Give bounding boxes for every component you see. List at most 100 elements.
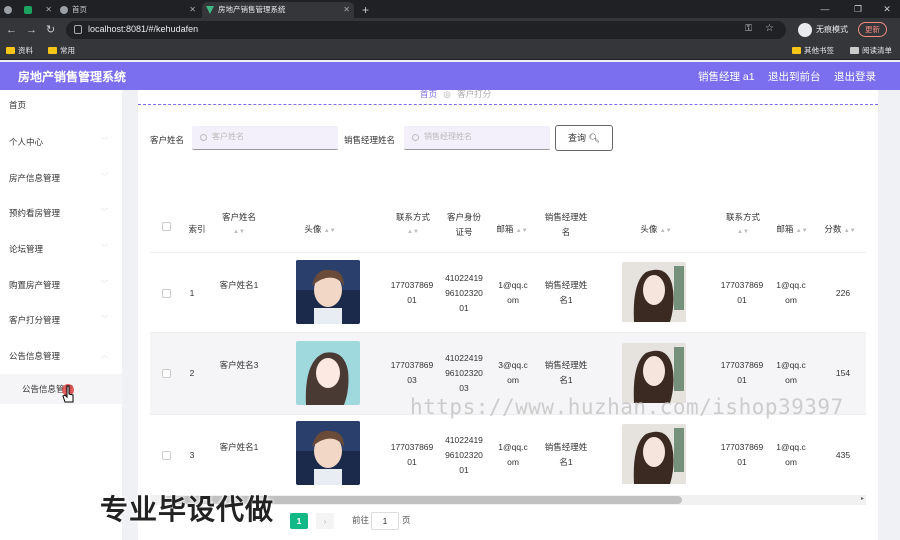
hand-cursor-icon bbox=[62, 384, 74, 403]
header-label: 销售经理姓名 bbox=[544, 212, 588, 237]
minimize-icon[interactable]: — bbox=[810, 0, 840, 18]
sort-icon[interactable]: ▲▼ bbox=[516, 228, 528, 234]
goto-page-input[interactable]: 1 bbox=[371, 512, 399, 530]
key-icon[interactable]: ⚿ bbox=[745, 23, 752, 34]
sort-icon[interactable]: ▲▼ bbox=[390, 225, 436, 240]
sort-icon[interactable]: ▲▼ bbox=[844, 228, 856, 234]
bookmark-folder[interactable]: 资料 bbox=[6, 45, 33, 57]
search-icon: 🔍︎ bbox=[588, 133, 600, 143]
search-button[interactable]: 查询 🔍︎ bbox=[555, 125, 613, 151]
page-1-button[interactable]: 1 bbox=[290, 513, 308, 529]
table-header-idcard[interactable]: 客户身份证号 bbox=[444, 200, 484, 254]
sort-icon[interactable]: ▲▼ bbox=[216, 225, 262, 240]
manager-name-label: 销售经理姓名 bbox=[344, 135, 396, 145]
table-header-select[interactable] bbox=[150, 200, 180, 254]
folder-icon bbox=[792, 47, 801, 54]
table-header-customer-name[interactable]: 客户姓名 ▲▼ bbox=[216, 200, 262, 254]
back-icon[interactable]: ← bbox=[6, 23, 17, 37]
logout-link[interactable]: 退出登录 bbox=[834, 69, 876, 84]
sort-icon[interactable]: ▲▼ bbox=[660, 228, 672, 234]
cell-manager-phone: 17703786901 bbox=[720, 280, 764, 305]
table-header-email[interactable]: 邮箱 ▲▼ bbox=[492, 200, 532, 254]
sidebar-item-property[interactable]: 房产信息管理 ﹀ bbox=[0, 163, 122, 193]
table-header-phone[interactable]: 联系方式 ▲▼ bbox=[390, 200, 436, 254]
table-row[interactable]: 1 客户姓名1 17703786901 410224199610232001 1… bbox=[150, 252, 866, 334]
table-row[interactable]: 3 客户姓名1 17703786901 410224199610232001 1… bbox=[150, 414, 866, 496]
manager-name-field[interactable] bbox=[424, 132, 524, 141]
table-header-score[interactable]: 分数 ▲▼ bbox=[820, 200, 860, 254]
maximize-icon[interactable]: ❐ bbox=[843, 0, 873, 18]
next-page-button[interactable]: › bbox=[316, 513, 334, 529]
table-header-avatar[interactable]: 头像 ▲▼ bbox=[280, 200, 360, 254]
customer-name-field[interactable] bbox=[212, 132, 312, 141]
cell-phone: 17703786901 bbox=[390, 442, 434, 467]
breadcrumb-home[interactable]: 首页 bbox=[420, 89, 437, 99]
row-checkbox[interactable] bbox=[162, 451, 171, 460]
table-header-manager-phone[interactable]: 联系方式 ▲▼ bbox=[720, 200, 766, 254]
close-icon[interactable]: ✕ bbox=[189, 2, 196, 18]
bookmark-folder[interactable]: 其他书签 bbox=[792, 45, 834, 57]
cell-index: 2 bbox=[189, 368, 195, 378]
incognito-icon bbox=[798, 23, 812, 37]
header-label: 索引 bbox=[188, 224, 206, 234]
sidebar-item-rating[interactable]: 客户打分管理 ﹀ bbox=[0, 305, 122, 335]
browser-tab[interactable]: ✕ bbox=[20, 2, 56, 18]
bookmark-folder[interactable]: 常用 bbox=[48, 45, 75, 57]
sidebar-item-purchase[interactable]: 购置房产管理 ﹀ bbox=[0, 270, 122, 300]
new-tab-button[interactable]: + bbox=[358, 2, 374, 18]
customer-name-input[interactable] bbox=[192, 126, 338, 150]
incognito-indicator[interactable]: 无痕模式 bbox=[798, 22, 848, 38]
address-bar: ← → ↻ localhost:8081/#/kehudafen ⚿ ☆ 无痕模… bbox=[0, 18, 900, 42]
chevron-up-icon: ︿ bbox=[101, 352, 108, 359]
page-scrollbar[interactable] bbox=[880, 90, 900, 540]
scroll-right-icon[interactable]: ▸ bbox=[861, 495, 864, 502]
sort-icon[interactable]: ▲▼ bbox=[324, 228, 336, 234]
browser-tab[interactable] bbox=[0, 2, 18, 18]
sidebar-item-label: 预约看房管理 bbox=[9, 208, 61, 218]
back-to-frontend-link[interactable]: 退出到前台 bbox=[768, 69, 821, 84]
sidebar-item-label: 客户打分管理 bbox=[9, 315, 61, 325]
reload-icon[interactable]: ↻ bbox=[46, 23, 55, 37]
cell-score: 154 bbox=[835, 368, 851, 378]
close-icon[interactable]: ✕ bbox=[343, 2, 350, 18]
browser-tab-active[interactable]: 房地产销售管理系统 ✕ bbox=[202, 2, 354, 18]
sidebar-item-label: 论坛管理 bbox=[9, 244, 44, 254]
sort-icon[interactable]: ▲▼ bbox=[796, 228, 808, 234]
close-icon[interactable]: ✕ bbox=[45, 2, 52, 18]
sort-icon[interactable]: ▲▼ bbox=[720, 225, 766, 240]
chevron-down-icon: ﹀ bbox=[101, 138, 108, 145]
sidebar-item-label: 首页 bbox=[9, 100, 27, 110]
table-header-manager-avatar[interactable]: 头像 ▲▼ bbox=[616, 200, 696, 254]
close-window-icon[interactable]: ✕ bbox=[872, 0, 900, 18]
url-field[interactable]: localhost:8081/#/kehudafen ⚿ ☆ bbox=[66, 21, 786, 39]
select-all-checkbox[interactable] bbox=[162, 222, 171, 231]
browser-tab-home[interactable]: 首页 ✕ bbox=[56, 2, 200, 18]
reading-list[interactable]: 阅读清单 bbox=[850, 45, 892, 57]
sidebar-item-forum[interactable]: 论坛管理 ﹀ bbox=[0, 234, 122, 264]
sidebar-item-notice[interactable]: 公告信息管理 ︿ bbox=[0, 341, 122, 371]
sidebar-item-profile[interactable]: 个人中心 ﹀ bbox=[0, 127, 122, 157]
girl-portrait-icon bbox=[296, 341, 360, 405]
search-icon bbox=[200, 134, 207, 141]
row-checkbox[interactable] bbox=[162, 369, 171, 378]
star-icon[interactable]: ☆ bbox=[765, 23, 774, 34]
cell-idcard: 410224199610232001 bbox=[445, 273, 483, 313]
chevron-down-icon: ﹀ bbox=[101, 209, 108, 216]
cell-idcard: 410224199610232001 bbox=[445, 435, 483, 475]
sidebar-item-label: 公告信息管理 bbox=[9, 351, 61, 361]
sidebar-item-home[interactable]: 首页 bbox=[0, 90, 122, 120]
page-suffix: 页 bbox=[402, 515, 411, 525]
bookmark-label: 资料 bbox=[18, 46, 33, 55]
divider bbox=[138, 104, 878, 105]
table-header-manager-name[interactable]: 销售经理姓名 bbox=[544, 200, 588, 254]
update-button[interactable]: 更新 bbox=[858, 22, 887, 37]
bookmarks-bar: 资料 常用 其他书签 阅读清单 bbox=[0, 42, 900, 60]
forward-icon[interactable]: → bbox=[26, 23, 37, 37]
row-checkbox[interactable] bbox=[162, 289, 171, 298]
sidebar-item-viewing[interactable]: 预约看房管理 ﹀ bbox=[0, 198, 122, 228]
girl-portrait-icon bbox=[622, 424, 686, 484]
manager-name-input[interactable] bbox=[404, 126, 550, 150]
cell-manager-phone: 17703786901 bbox=[720, 360, 764, 385]
bookmark-label: 阅读清单 bbox=[862, 46, 892, 55]
table-header-manager-email[interactable]: 邮箱 ▲▼ bbox=[772, 200, 812, 254]
